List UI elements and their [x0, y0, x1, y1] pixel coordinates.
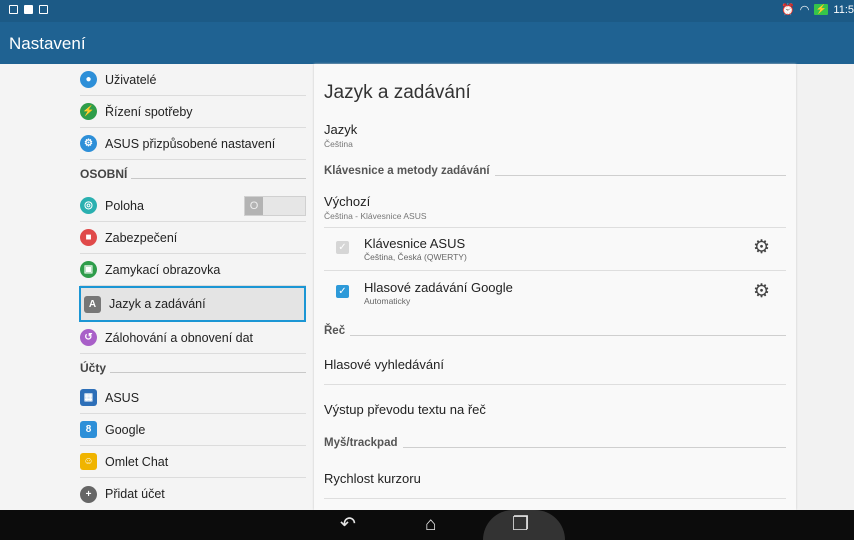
- setting-title: Výstup převodu textu na řeč: [324, 402, 486, 417]
- screenshot-notification-icon: [9, 5, 18, 14]
- setting-subtitle: Čeština - Klávesnice ASUS: [324, 211, 427, 221]
- power-icon: ⚡: [80, 103, 97, 120]
- clock: 11:5: [833, 3, 854, 16]
- location-icon: ◎: [80, 197, 97, 214]
- gear-icon[interactable]: ⚙: [753, 282, 770, 301]
- google-voice-checkbox[interactable]: ✓: [336, 285, 349, 298]
- settings-item-label: Omlet Chat: [105, 454, 169, 469]
- settings-item-asus-account[interactable]: ▦ ASUS: [80, 382, 306, 414]
- settings-item-power[interactable]: ⚡ Řízení spotřeby: [80, 96, 306, 128]
- file-notification-icon: [24, 5, 33, 14]
- divider: [324, 498, 786, 499]
- tts-output-setting[interactable]: Výstup převodu textu na řeč: [324, 402, 786, 417]
- gear-icon[interactable]: ⚙: [753, 238, 770, 257]
- setting-title: Rychlost kurzoru: [324, 471, 421, 486]
- default-input-setting[interactable]: Výchozí Čeština - Klávesnice ASUS: [324, 194, 786, 221]
- settings-item-language-input[interactable]: A Jazyk a zadávání: [79, 286, 306, 322]
- settings-item-backup[interactable]: ↺ Zálohování a obnovení dat: [80, 322, 306, 354]
- section-header-personal: OSOBNÍ: [80, 162, 306, 186]
- setting-subtitle: Automaticky: [364, 296, 411, 306]
- section-header-mouse: Myš/trackpad: [324, 434, 786, 452]
- section-header-speech: Řeč: [324, 322, 786, 340]
- settings-item-google-account[interactable]: 8 Google: [80, 414, 306, 446]
- settings-item-label: Zálohování a obnovení dat: [105, 330, 254, 345]
- section-header-accounts: Účty: [80, 356, 306, 380]
- settings-item-label: Řízení spotřeby: [105, 104, 193, 119]
- asus-keyboard-checkbox[interactable]: ✓: [336, 241, 349, 254]
- settings-item-label: Uživatelé: [105, 72, 157, 87]
- section-divider: [402, 446, 786, 448]
- notification-icons: [9, 5, 48, 14]
- section-label: OSOBNÍ: [80, 167, 128, 181]
- backup-icon: ↺: [80, 329, 97, 346]
- settings-item-asus-custom[interactable]: ⚙ ASUS přizpůsobené nastavení: [80, 128, 306, 160]
- setting-title: Jazyk: [324, 122, 358, 137]
- section-label: Účty: [80, 361, 107, 375]
- settings-list: ● Uživatelé ⚡ Řízení spotřeby ⚙ ASUS při…: [0, 64, 313, 510]
- setting-title: Hlasové zadávání Google: [364, 280, 513, 295]
- settings-item-add-account[interactable]: + Přidat účet: [80, 478, 306, 510]
- setting-subtitle: Čeština, Česká (QWERTY): [364, 252, 467, 262]
- system-icons: ⏰ ◠ ⚡ 11:5: [781, 3, 854, 17]
- alarm-icon: ⏰: [781, 4, 795, 16]
- settings-item-label: Poloha: [105, 198, 144, 213]
- app-bar: Nastavení: [0, 22, 854, 64]
- section-divider: [350, 334, 786, 336]
- setting-title: Výchozí: [324, 194, 371, 209]
- section-label: Myš/trackpad: [324, 437, 398, 449]
- wifi-icon: ◠: [799, 4, 810, 16]
- google-voice-row[interactable]: ✓ Hlasové zadávání Google Automaticky ⚙: [324, 272, 786, 312]
- settings-item-label: ASUS: [105, 390, 140, 405]
- section-divider: [494, 174, 786, 176]
- google-icon: 8: [80, 421, 97, 438]
- settings-item-security[interactable]: ■ Zabezpečení: [80, 222, 306, 254]
- settings-item-label: Jazyk a zadávání: [109, 297, 206, 311]
- recents-icon[interactable]: ❐: [512, 513, 529, 537]
- page-title: Nastavení: [9, 34, 86, 53]
- battery-icon: ⚡: [814, 4, 829, 15]
- section-label: Klávesnice a metody zadávání: [324, 165, 490, 177]
- divider: [324, 384, 786, 385]
- section-divider: [131, 177, 306, 179]
- settings-item-label: Zamykací obrazovka: [105, 262, 221, 277]
- message-notification-icon: [39, 5, 48, 14]
- asus-account-icon: ▦: [80, 389, 97, 406]
- language-setting[interactable]: Jazyk Čeština: [324, 122, 786, 149]
- section-label: Řeč: [324, 325, 346, 337]
- settings-item-omlet-chat[interactable]: ☺ Omlet Chat: [80, 446, 306, 478]
- voice-search-setting[interactable]: Hlasové vyhledávání: [324, 357, 786, 372]
- section-divider: [110, 371, 306, 373]
- settings-item-label: Zabezpečení: [105, 230, 178, 245]
- setting-title: Hlasové vyhledávání: [324, 357, 444, 372]
- toggle-knob: O: [245, 196, 263, 215]
- detail-title: Jazyk a zadávání: [324, 82, 471, 103]
- user-icon: ●: [80, 71, 97, 88]
- section-header-keyboards: Klávesnice a metody zadávání: [324, 162, 786, 180]
- language-icon: A: [84, 295, 101, 313]
- lock-screen-icon: ▣: [80, 261, 97, 278]
- settings-item-location[interactable]: ◎ Poloha O: [80, 190, 306, 222]
- pointer-speed-setting[interactable]: Rychlost kurzoru: [324, 471, 786, 486]
- location-toggle[interactable]: O: [244, 195, 306, 216]
- navigation-bar: ↶ ⌂ ❐: [0, 510, 854, 540]
- status-bar: ⏰ ◠ ⚡ 11:5: [0, 0, 854, 22]
- settings-item-lock-screen[interactable]: ▣ Zamykací obrazovka: [80, 254, 306, 286]
- lock-icon: ■: [80, 229, 97, 246]
- settings-item-label: Přidat účet: [105, 487, 165, 501]
- setting-subtitle: Čeština: [324, 139, 353, 149]
- add-icon: +: [80, 485, 97, 503]
- omlet-chat-icon: ☺: [80, 453, 97, 470]
- settings-item-label: ASUS přizpůsobené nastavení: [105, 136, 276, 151]
- asus-settings-icon: ⚙: [80, 135, 97, 152]
- detail-panel: Jazyk a zadávání Jazyk Čeština Klávesnic…: [314, 64, 796, 510]
- settings-item-label: Google: [105, 422, 146, 437]
- settings-item-users[interactable]: ● Uživatelé: [80, 64, 306, 96]
- setting-title: Klávesnice ASUS: [364, 236, 466, 251]
- asus-keyboard-row[interactable]: ✓ Klávesnice ASUS Čeština, Česká (QWERTY…: [324, 228, 786, 268]
- divider: [324, 270, 786, 271]
- back-icon[interactable]: ↶: [340, 513, 356, 537]
- home-icon[interactable]: ⌂: [425, 513, 436, 537]
